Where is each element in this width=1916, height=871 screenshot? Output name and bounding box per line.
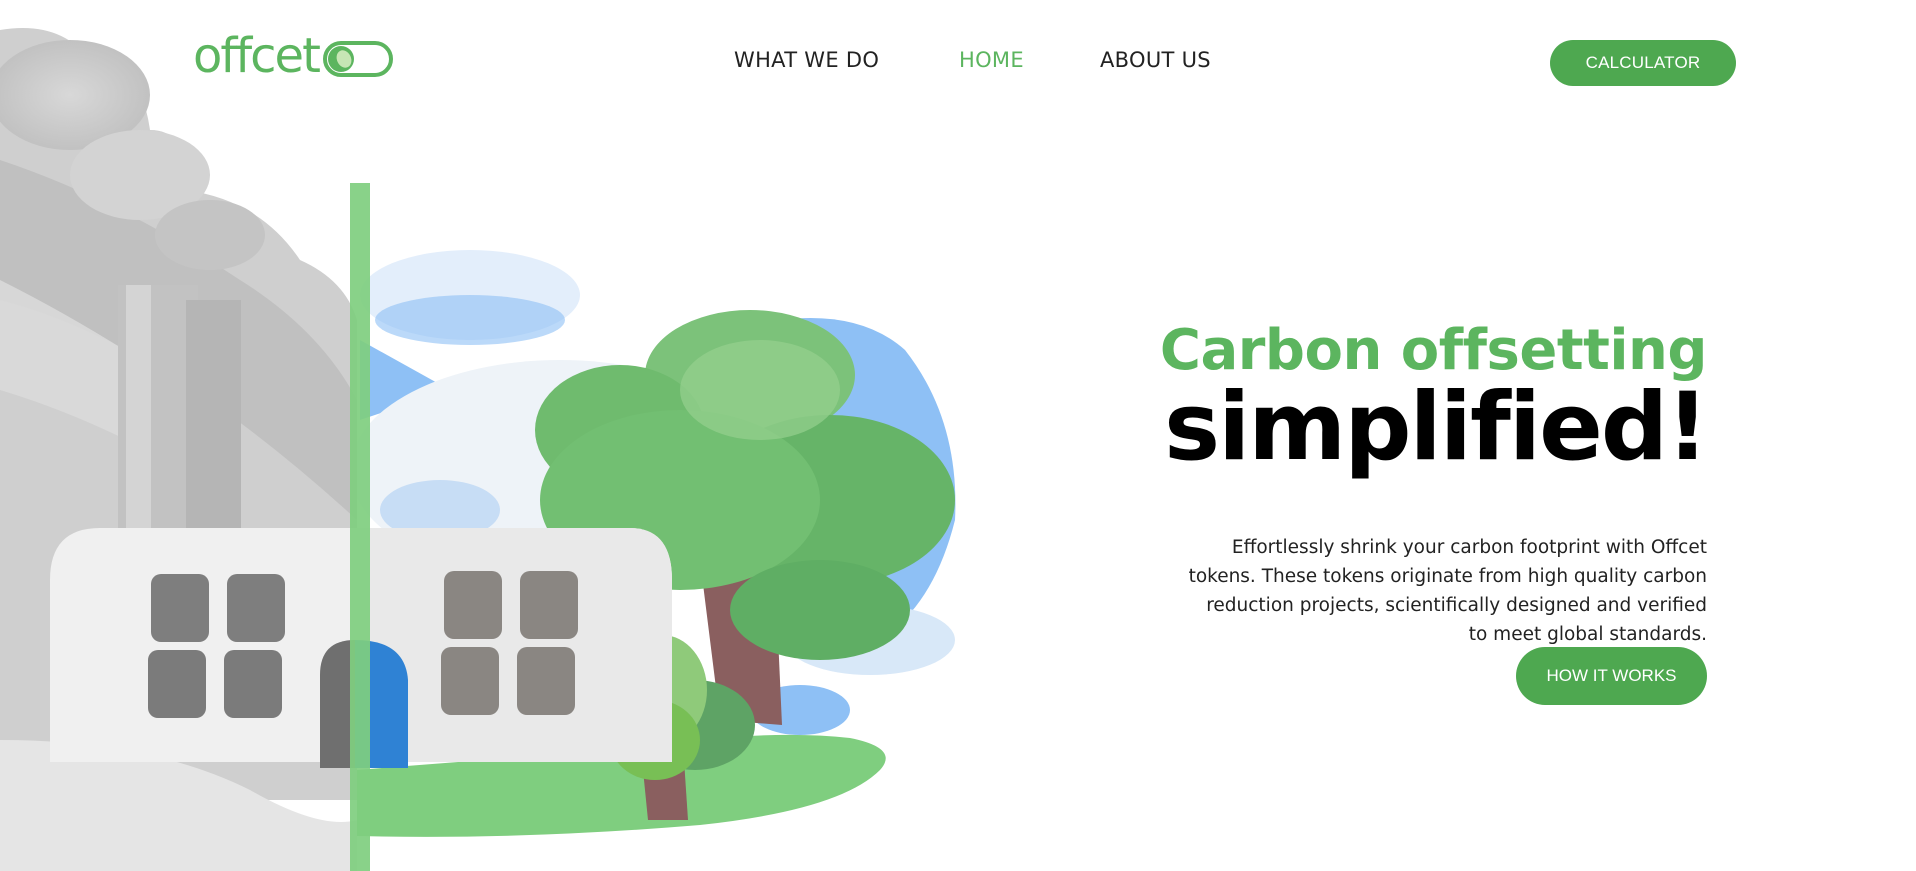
- nav-item-home[interactable]: HOME: [959, 48, 1024, 72]
- headline-line-2: simplified!: [1164, 373, 1709, 482]
- logo-toggle-icon: [322, 41, 393, 77]
- logo-wordmark: offcet: [193, 28, 321, 84]
- calculator-button[interactable]: CALCULATOR: [1550, 40, 1736, 86]
- how-it-works-button[interactable]: HOW IT WORKS: [1516, 647, 1707, 705]
- hero-headline: Carbon offsetting simplified!: [1160, 318, 1709, 482]
- nav-item-what-we-do[interactable]: WHAT WE DO: [734, 48, 879, 72]
- hero-illustration: [0, 28, 956, 871]
- hero-description: Effortlessly shrink your carbon footprin…: [1188, 536, 1707, 645]
- brand-logo[interactable]: offcet: [193, 28, 393, 84]
- divider-bar: [350, 183, 370, 871]
- nav-item-about-us[interactable]: ABOUT US: [1100, 48, 1211, 72]
